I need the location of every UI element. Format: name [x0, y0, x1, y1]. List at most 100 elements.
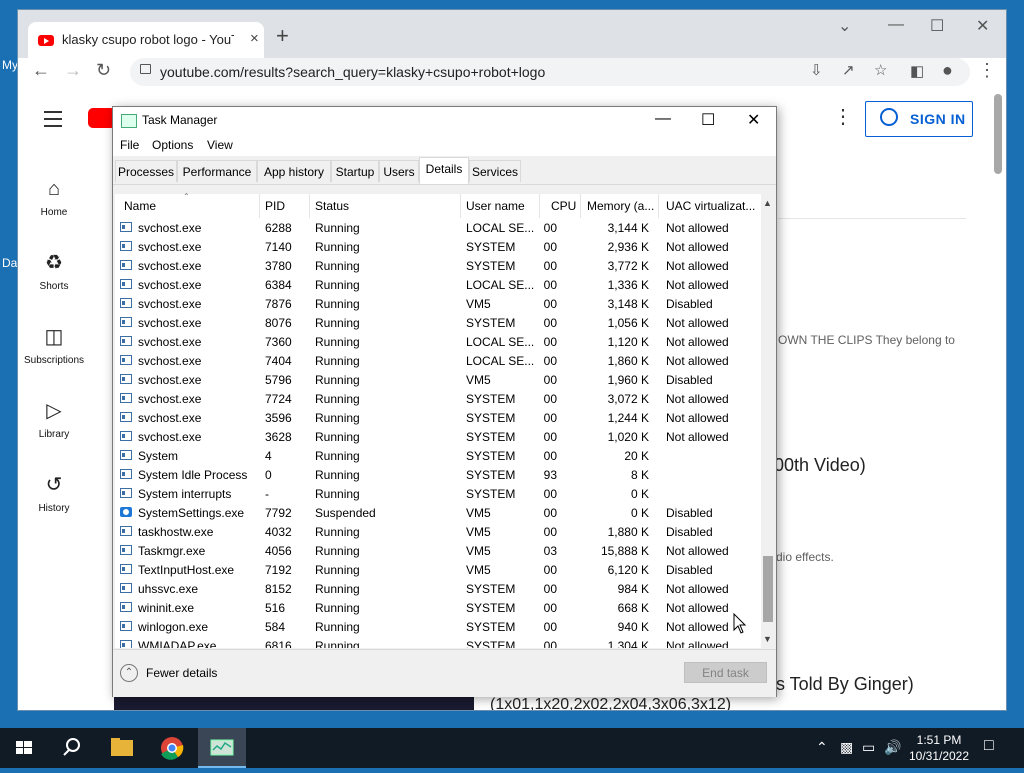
col-cpu[interactable]: CPU — [551, 199, 576, 213]
close-button[interactable]: ✕ — [976, 16, 989, 36]
table-row[interactable]: svchost.exe 6384 Running LOCAL SE... 00 1,336… — [115, 275, 761, 294]
column-divider[interactable] — [460, 194, 461, 218]
col-memory[interactable]: Memory (a... — [587, 199, 654, 213]
search-button[interactable] — [48, 728, 96, 768]
fewer-details-link[interactable]: Fewer details — [146, 666, 217, 680]
table-row[interactable]: SystemSettings.exe 7792 Suspended VM5 00 0 K D… — [115, 503, 761, 522]
table-row[interactable]: System 4 Running SYSTEM 00 20 K — [115, 446, 761, 465]
nav-shorts[interactable]: ♻ Shorts — [18, 250, 90, 292]
video-title[interactable]: 00th Video) — [774, 455, 866, 476]
tab-close-icon[interactable]: × — [250, 30, 259, 47]
table-row[interactable]: svchost.exe 8076 Running SYSTEM 00 1,056 K Not… — [115, 313, 761, 332]
maximize-button[interactable]: ☐ — [930, 16, 944, 36]
column-divider[interactable] — [539, 194, 540, 218]
table-row[interactable]: System Idle Process 0 Running SYSTEM 93 8 K — [115, 465, 761, 484]
table-row[interactable]: Taskmgr.exe 4056 Running VM5 03 15,888 K Not a… — [115, 541, 761, 560]
show-hidden-icons-icon[interactable]: ⌃ — [816, 739, 828, 756]
menu-options[interactable]: Options — [152, 138, 193, 152]
hamburger-menu-icon[interactable] — [44, 111, 62, 132]
address-bar[interactable]: youtube.com/results?search_query=klasky+… — [130, 58, 970, 86]
table-row[interactable]: winlogon.exe 584 Running SYSTEM 00 940 K Not a… — [115, 617, 761, 636]
table-row[interactable]: svchost.exe 3628 Running SYSTEM 00 1,020 K Not… — [115, 427, 761, 446]
table-row[interactable]: WMIADAP.exe 6816 Running SYSTEM 00 1,304 K Not… — [115, 636, 761, 648]
nav-subscriptions[interactable]: ◫ Subscriptions — [18, 324, 90, 366]
tab-search-dropdown-icon[interactable]: ⌄ — [838, 16, 851, 36]
col-name[interactable]: Name — [124, 199, 156, 213]
tab-services[interactable]: Services — [469, 160, 521, 182]
bookmark-star-icon[interactable]: ☆ — [874, 61, 887, 79]
table-row[interactable]: svchost.exe 7876 Running VM5 00 3,148 K Disabl… — [115, 294, 761, 313]
menu-file[interactable]: File — [120, 138, 139, 152]
tab-details[interactable]: Details — [419, 157, 469, 184]
video-title[interactable]: s Told By Ginger) — [776, 674, 914, 695]
column-divider[interactable] — [658, 194, 659, 218]
table-row[interactable]: svchost.exe 6288 Running LOCAL SE... 00 3,144… — [115, 218, 761, 237]
page-scrollbar[interactable] — [994, 94, 1002, 174]
browser-tab[interactable]: klasky csupo robot logo - YouTube × — [28, 22, 264, 58]
table-row[interactable]: System interrupts - Running SYSTEM 00 0 K — [115, 484, 761, 503]
chrome-taskbar-button[interactable] — [148, 728, 196, 768]
col-status[interactable]: Status — [315, 199, 349, 213]
minimize-button[interactable]: — — [888, 16, 904, 34]
table-row[interactable]: svchost.exe 5796 Running VM5 00 1,960 K Disabl… — [115, 370, 761, 389]
table-row[interactable]: svchost.exe 7724 Running SYSTEM 00 3,072 K Not… — [115, 389, 761, 408]
table-row[interactable]: svchost.exe 7140 Running SYSTEM 00 2,936 K Not… — [115, 237, 761, 256]
profile-icon[interactable]: ● — [942, 60, 953, 81]
tab-title: klasky csupo robot logo - YouTube — [62, 32, 234, 47]
col-uac-virtualization[interactable]: UAC virtualizat... — [666, 199, 755, 213]
table-row[interactable]: taskhostw.exe 4032 Running VM5 00 1,880 K Disa… — [115, 522, 761, 541]
network-icon[interactable]: ▭ — [862, 739, 875, 756]
table-row[interactable]: wininit.exe 516 Running SYSTEM 00 668 K Not al… — [115, 598, 761, 617]
url-text[interactable]: youtube.com/results?search_query=klasky+… — [160, 64, 545, 80]
chrome-menu-icon[interactable]: ⋮ — [978, 60, 996, 81]
side-panel-icon[interactable]: ◧ — [910, 62, 924, 80]
install-icon[interactable]: ⇩ — [810, 61, 823, 79]
share-icon[interactable]: ↗ — [842, 61, 855, 79]
tab-app-history[interactable]: App history — [257, 160, 331, 182]
network-status-icon[interactable]: ▩ — [840, 739, 853, 756]
start-button[interactable] — [0, 728, 48, 768]
sign-in-button[interactable]: SIGN IN — [865, 101, 973, 137]
forward-arrow-icon[interactable]: → — [64, 60, 82, 81]
new-tab-button[interactable]: + — [276, 25, 289, 47]
close-button[interactable]: ✕ — [747, 110, 760, 130]
column-divider[interactable] — [309, 194, 310, 218]
nav-history[interactable]: ↺ History — [18, 472, 90, 514]
tab-processes[interactable]: Processes — [115, 160, 177, 182]
notification-icon[interactable]: □ — [984, 737, 994, 755]
scrollbar-thumb[interactable] — [763, 556, 773, 622]
end-task-button[interactable]: End task — [684, 662, 767, 683]
tab-performance[interactable]: Performance — [177, 160, 257, 182]
back-arrow-icon[interactable]: ← — [32, 60, 50, 81]
nav-home[interactable]: ⌂ Home — [18, 178, 90, 218]
scroll-up-arrow-icon[interactable]: ▲ — [763, 198, 772, 208]
tab-users[interactable]: Users — [379, 160, 419, 182]
settings-kebab-icon[interactable]: ⋮ — [833, 104, 853, 129]
table-row[interactable]: svchost.exe 7404 Running LOCAL SE... 00 1,860… — [115, 351, 761, 370]
maximize-button[interactable]: ☐ — [701, 110, 715, 130]
task-manager-titlebar[interactable]: Task Manager — ☐ ✕ — [113, 107, 776, 135]
table-row[interactable]: TextInputHost.exe 7192 Running VM5 00 6,120 K… — [115, 560, 761, 579]
task-manager-taskbar-button[interactable] — [198, 728, 246, 768]
clock-date: 10/31/2022 — [908, 749, 970, 763]
clock[interactable]: 1:51 PM 10/31/2022 — [902, 732, 976, 764]
col-user-name[interactable]: User name — [466, 199, 525, 213]
table-row[interactable]: svchost.exe 3780 Running SYSTEM 00 3,772 K Not… — [115, 256, 761, 275]
column-divider[interactable] — [259, 194, 260, 218]
col-pid[interactable]: PID — [265, 199, 285, 213]
table-row[interactable]: uhssvc.exe 8152 Running SYSTEM 00 984 K Not al… — [115, 579, 761, 598]
table-row[interactable]: svchost.exe 7360 Running LOCAL SE... 00 1,120… — [115, 332, 761, 351]
chevron-up-icon[interactable]: ⌃ — [120, 664, 138, 682]
column-divider[interactable] — [580, 194, 581, 218]
video-thumbnail[interactable] — [114, 696, 474, 710]
menu-view[interactable]: View — [207, 138, 233, 152]
nav-library[interactable]: ▷ Library — [18, 398, 90, 440]
reload-icon[interactable]: ↻ — [96, 60, 111, 81]
file-explorer-button[interactable] — [98, 728, 146, 768]
list-scrollbar[interactable]: ▲ ▼ — [761, 194, 775, 648]
scroll-down-arrow-icon[interactable]: ▼ — [763, 634, 772, 644]
volume-icon[interactable]: 🔊 — [884, 739, 901, 756]
table-row[interactable]: svchost.exe 3596 Running SYSTEM 00 1,244 K Not… — [115, 408, 761, 427]
minimize-button[interactable]: — — [655, 110, 671, 128]
tab-startup[interactable]: Startup — [331, 160, 379, 182]
